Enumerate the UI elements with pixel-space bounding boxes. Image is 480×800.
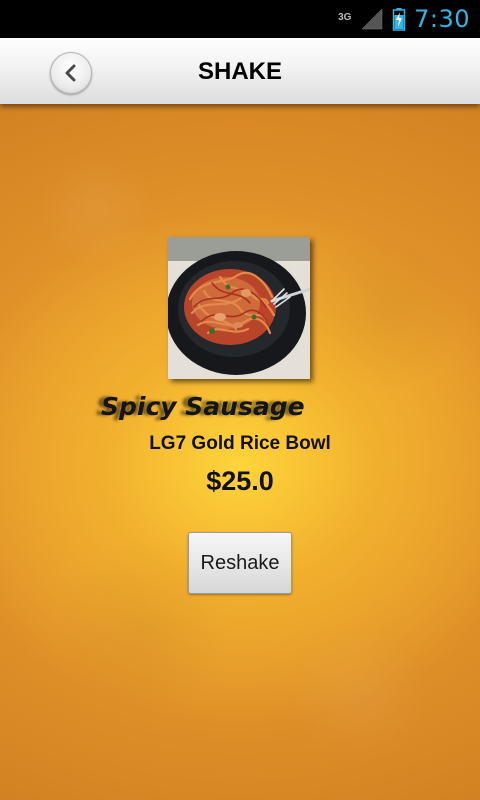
title-bar: SHAKE [0,38,480,104]
food-photo [168,237,310,379]
shake-screen: 3G 7:30 SHAKE Spicy Sausage LG7 Gold Ric… [0,0,480,800]
dish-name: Spicy Sausage [101,392,305,421]
restaurant-name: LG7 Gold Rice Bowl [149,433,331,454]
status-icons: 3G 7:30 [338,0,470,38]
status-clock: 7:30 [414,5,470,33]
dish-price: $25.0 [206,466,274,496]
signal-icon: 3G [338,7,384,31]
back-button[interactable] [50,52,92,94]
battery-charging-icon [392,7,406,31]
reshake-button[interactable]: Reshake [188,532,292,594]
chevron-left-icon [65,64,76,82]
status-bar: 3G 7:30 [0,0,480,38]
network-type-label: 3G [338,12,352,23]
shake-result-area: Spicy Sausage LG7 Gold Rice Bowl $25.0 R… [0,104,480,800]
